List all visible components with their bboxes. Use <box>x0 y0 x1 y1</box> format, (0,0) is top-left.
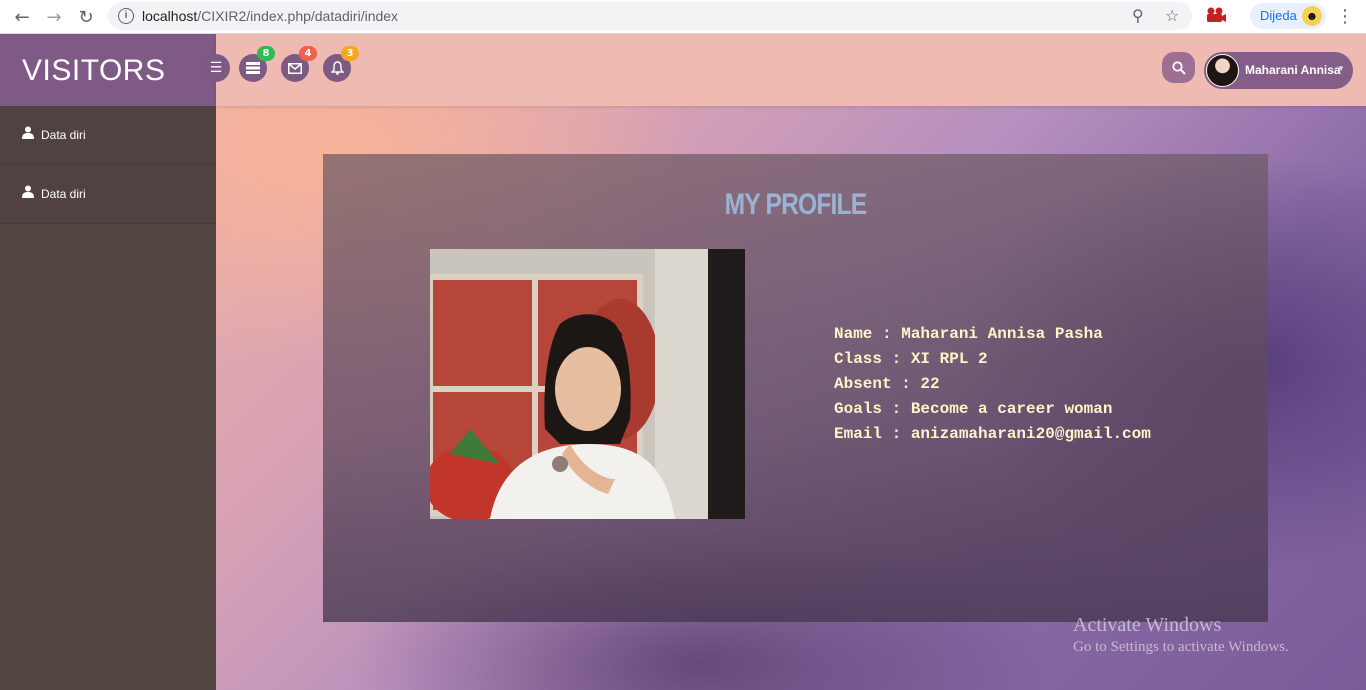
messages-badge: 4 <box>299 46 317 61</box>
extension-icon[interactable] <box>1206 7 1226 23</box>
app-root: VISITORS ☰ 8 4 3 Maharani Annisa ▼ Data … <box>0 34 1366 690</box>
profile-absent: Absent : 22 <box>834 375 940 393</box>
user-menu-button[interactable]: Maharani Annisa ▼ <box>1204 52 1353 89</box>
browser-profile-button[interactable]: Dijeda ☻ <box>1250 3 1326 29</box>
url-text[interactable]: localhost/CIXIR2/index.php/datadiri/inde… <box>142 8 398 24</box>
back-icon[interactable]: ← <box>10 5 34 29</box>
browser-toolbar: ← → ↻ i localhost/CIXIR2/index.php/datad… <box>0 0 1366 34</box>
zoom-icon[interactable]: ⚲ <box>1132 6 1144 25</box>
sidebar-item-data-diri[interactable]: Data diri <box>0 165 216 224</box>
sidebar-item-label: Data diri <box>41 128 86 142</box>
bell-icon <box>330 61 344 75</box>
profile-label: Dijeda <box>1260 8 1297 23</box>
avatar <box>1206 54 1239 87</box>
watermark-title: Activate Windows <box>1073 614 1222 636</box>
windows-activation-watermark: Activate Windows Go to Settings to activ… <box>1073 614 1289 656</box>
brand-text: VISITORS <box>22 54 166 87</box>
profile-email: Email : anizamaharani20@gmail.com <box>834 425 1151 443</box>
sidebar-toggle-button[interactable]: ☰ <box>202 54 230 82</box>
search-icon <box>1171 60 1186 75</box>
tasks-badge: 8 <box>257 46 275 61</box>
sidebar: Data diri Data diri <box>0 106 216 690</box>
user-icon <box>22 126 34 139</box>
brand-logo[interactable]: VISITORS <box>0 34 216 106</box>
tasks-button[interactable]: 8 <box>239 46 275 82</box>
profile-info: Name : Maharani Annisa Pasha Class : XI … <box>834 322 1151 447</box>
profile-card: MY PROFILE Name : Maharani Annisa Pasha … <box>323 154 1268 622</box>
url-path: /CIXIR2/index.php/datadiri/index <box>197 8 399 24</box>
hamburger-icon: ☰ <box>209 60 223 76</box>
user-icon <box>22 185 34 198</box>
bookmark-star-icon[interactable]: ☆ <box>1165 6 1179 25</box>
sidebar-item-label: Data diri <box>41 187 86 201</box>
profile-name: Name : Maharani Annisa Pasha <box>834 325 1103 343</box>
profile-photo <box>430 249 745 519</box>
top-navbar: ☰ 8 4 3 Maharani Annisa ▼ <box>202 34 1366 106</box>
search-button[interactable] <box>1162 52 1195 83</box>
notifications-button[interactable]: 3 <box>323 46 359 82</box>
messages-button[interactable]: 4 <box>281 46 317 82</box>
tasks-icon <box>246 62 260 74</box>
site-info-icon[interactable]: i <box>118 8 134 24</box>
profile-class: Class : XI RPL 2 <box>834 350 988 368</box>
browser-menu-icon[interactable]: ⋮ <box>1336 6 1354 27</box>
chevron-down-icon: ▼ <box>1337 64 1345 73</box>
forward-icon[interactable]: → <box>42 5 66 29</box>
url-host: localhost <box>142 8 198 24</box>
reload-icon[interactable]: ↻ <box>74 5 98 29</box>
envelope-icon <box>288 62 302 74</box>
user-name: Maharani Annisa <box>1245 63 1341 77</box>
watermark-subtitle: Go to Settings to activate Windows. <box>1073 639 1289 655</box>
address-bar[interactable]: i localhost/CIXIR2/index.php/datadiri/in… <box>108 2 1192 30</box>
sidebar-item-data-diri[interactable]: Data diri <box>0 106 216 165</box>
profile-title: MY PROFILE <box>724 188 868 221</box>
notifications-badge: 3 <box>341 46 359 61</box>
profile-emoji-icon: ☻ <box>1302 6 1322 26</box>
profile-goals: Goals : Become a career woman <box>834 400 1113 418</box>
